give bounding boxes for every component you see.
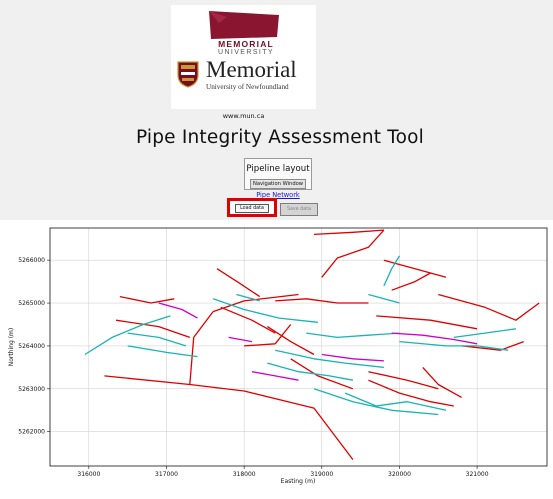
load-data-button[interactable]: Load data: [235, 204, 269, 213]
pipe-segment-series-2: [368, 293, 400, 304]
x-tick-label: 319000: [310, 471, 333, 478]
y-axis-label: Northing (m): [8, 328, 15, 367]
pipe-segment-series-2: [306, 332, 400, 339]
pipeline-layout-label: Pipeline layout: [246, 164, 310, 174]
pipe-segment-series-1: [220, 306, 276, 334]
pipe-segment-series-2: [127, 332, 187, 347]
y-tick-label: 5263000: [18, 386, 45, 393]
x-tick-label: 318000: [233, 471, 256, 478]
x-tick-label: 321000: [466, 471, 489, 478]
y-tick-label: 5262000: [18, 429, 45, 436]
plot-panel: 316000 317000 318000 319000 320000 321000 5262…: [0, 220, 553, 499]
pipe-segment-series-1: [313, 229, 384, 236]
logo-subtitle: University of Newfoundland: [206, 83, 289, 91]
x-tick-label: 320000: [388, 471, 411, 478]
save-data-button[interactable]: Save data: [280, 203, 318, 216]
website-link[interactable]: www.mun.ca: [171, 112, 316, 120]
pipe-segment-series-1: [115, 319, 191, 339]
x-tick-label: 316000: [77, 471, 100, 478]
logo-name: Memorial: [206, 57, 297, 82]
pipe-segment-series-1: [368, 371, 439, 390]
pipe-segment-series-1: [267, 326, 315, 356]
pipe-segment-series-1: [189, 311, 214, 385]
y-tick-label: 5266000: [18, 257, 45, 264]
y-tick-label: 5265000: [18, 300, 45, 307]
y-tick-label: 5264000: [18, 343, 45, 350]
pipe-segment-series-1: [104, 375, 354, 460]
pipe-segment-series-1: [422, 366, 462, 398]
logo-wordmark-line2: UNIVERSITY: [217, 49, 274, 56]
pipe-segment-series-2: [127, 345, 198, 358]
pipe-segment-series-2: [453, 328, 516, 339]
logo-banner: [209, 11, 279, 39]
university-logo: MEMORIAL UNIVERSITY Memorial University …: [171, 5, 316, 109]
pipe-segment-series-3: [158, 302, 198, 319]
pipe-segment-series-2: [313, 388, 439, 416]
crest-icon: [177, 61, 199, 88]
pipe-segment-series-1: [244, 324, 292, 347]
pipe-segment-series-3: [321, 353, 384, 362]
navigation-window-button[interactable]: Navigation Window: [250, 179, 306, 189]
pipe-network-chart[interactable]: 316000 317000 318000 319000 320000 321000 5262…: [0, 220, 553, 499]
pipe-segment-series-1: [383, 259, 447, 278]
pipe-segment-series-1: [321, 229, 385, 278]
pipe-segment-series-3: [251, 371, 299, 381]
pipe-segment-series-1: [438, 293, 540, 321]
pipe-segment-series-1: [119, 295, 175, 304]
x-axis-label: Easting (m): [281, 478, 316, 485]
pipe-segment-series-1: [376, 315, 478, 330]
pipe-segment-series-1: [391, 272, 431, 291]
logo-wordmark-line1: MEMORIAL: [218, 39, 274, 49]
pipe-segment-series-1: [216, 268, 261, 298]
load-data-highlight: Load data: [227, 198, 277, 217]
pipe-segment-series-3: [228, 336, 253, 343]
app-title: Pipe Integrity Assessment Tool: [135, 127, 425, 148]
x-tick-label: 317000: [155, 471, 178, 478]
